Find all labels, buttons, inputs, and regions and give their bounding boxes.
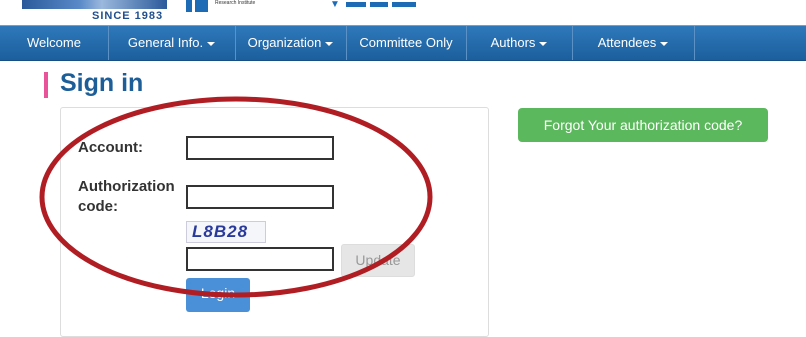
sponsor-logo-icon: ▼ (330, 0, 340, 10)
nav-attendees[interactable]: Attendees (572, 26, 695, 60)
auth-code-label-line2: code: (78, 198, 119, 215)
page-title-text: Sign in (60, 69, 144, 97)
caret-down-icon (539, 41, 548, 46)
org-logo: SINCE 1983 (12, 0, 170, 22)
nav-general-info-label: General Info. (127, 35, 204, 50)
captcha-image: L8B28 (186, 221, 266, 243)
captcha-input[interactable] (186, 247, 334, 271)
caret-down-icon (660, 41, 669, 46)
sponsor-logo: ▼ (330, 0, 420, 10)
institute-logo-text: Research Institute (215, 0, 256, 6)
account-input[interactable] (186, 136, 334, 160)
logo-strip: SINCE 1983 Research Institute ▼ (0, 0, 806, 22)
caret-down-icon (325, 41, 334, 46)
institute-logo: Research Institute (186, 0, 286, 14)
nav-authors-label: Authors (490, 35, 536, 50)
nav-committee-only[interactable]: Committee Only (346, 26, 467, 60)
login-button[interactable]: Login (186, 278, 250, 312)
nav-organization-label: Organization (247, 35, 322, 50)
auth-code-input[interactable] (186, 185, 334, 209)
nav-welcome-label: Welcome (27, 35, 81, 50)
institute-logo-icon (186, 0, 208, 12)
nav-organization[interactable]: Organization (235, 26, 347, 60)
nav-general-info[interactable]: General Info. (108, 26, 236, 60)
forgot-code-button[interactable]: Forgot Your authorization code? (518, 108, 768, 142)
since-label: SINCE 1983 (92, 10, 164, 22)
nav-attendees-label: Attendees (597, 35, 657, 50)
caret-down-icon (207, 41, 216, 46)
captcha-text: L8B28 (192, 222, 249, 241)
org-logo-graphic (22, 0, 167, 9)
auth-code-label-line1: Authorization (78, 178, 175, 195)
title-accent-bar (44, 72, 48, 98)
nav-welcome[interactable]: Welcome (0, 26, 109, 60)
nav-committee-only-label: Committee Only (359, 35, 453, 50)
nav-authors[interactable]: Authors (466, 26, 573, 60)
account-label: Account: (78, 139, 143, 156)
update-captcha-button[interactable]: Update (341, 244, 415, 277)
main-nav: Welcome General Info. Organization Commi… (0, 25, 806, 61)
